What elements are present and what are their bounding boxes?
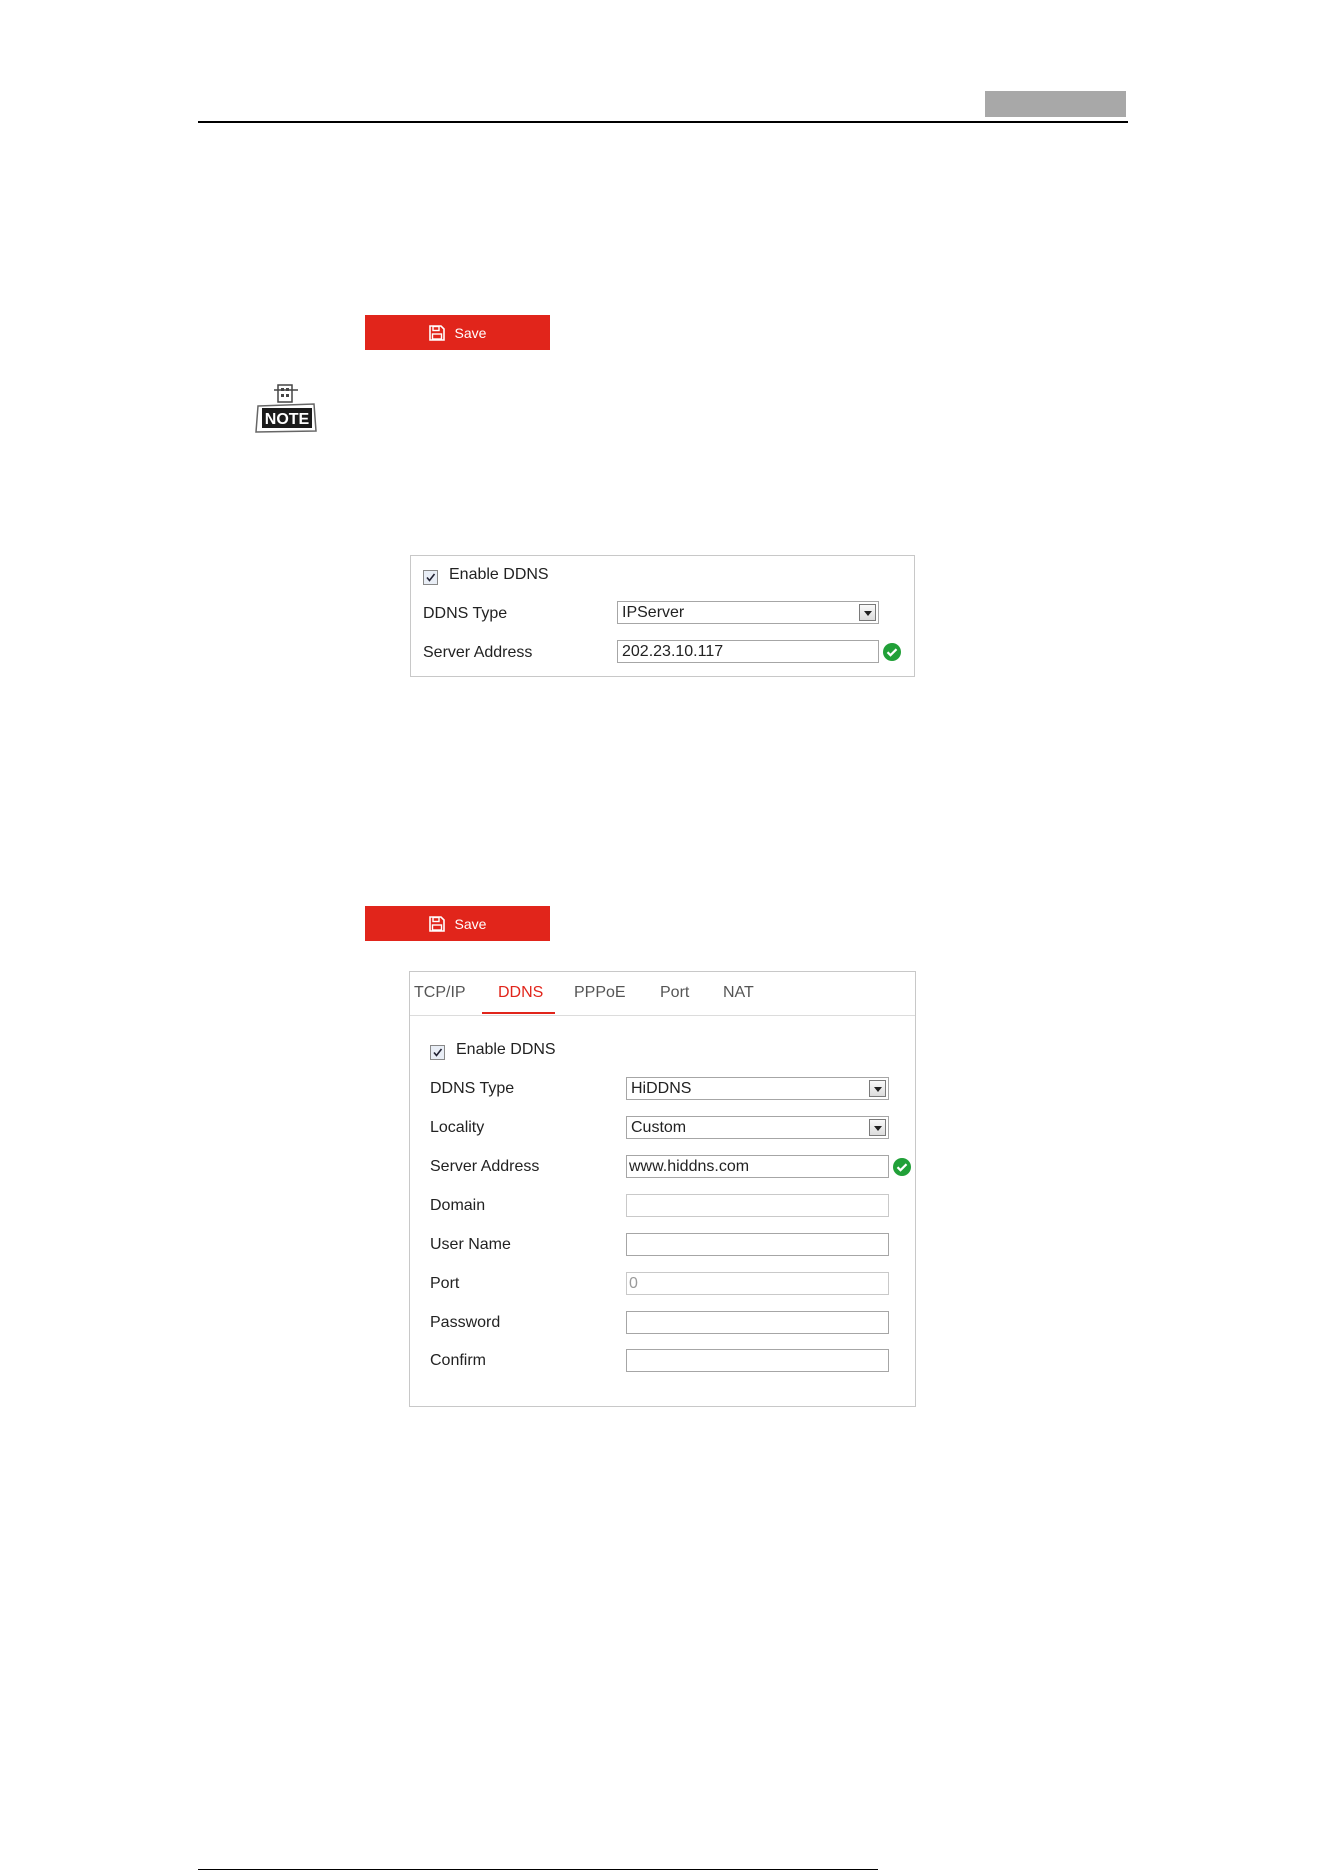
locality-label: Locality [430,1119,485,1136]
domain-input[interactable] [626,1194,889,1217]
domain-label: Domain [430,1197,486,1214]
tab-ddns[interactable]: DDNS [498,972,543,1014]
ddns-type-value: IPServer [622,603,685,621]
server-address-label: Server Address [430,1158,540,1175]
save-button[interactable]: Save [365,315,550,350]
tab-tcpip[interactable]: TCP/IP [414,972,466,1014]
tab-port[interactable]: Port [660,972,689,1014]
tab-divider [410,1015,915,1016]
check-circle-icon [883,643,901,661]
port-value: 0 [629,1274,638,1292]
confirm-input[interactable] [626,1349,889,1372]
confirm-label: Confirm [430,1352,487,1369]
chevron-down-icon[interactable] [859,604,876,621]
server-address-value: 202.23.10.117 [622,642,724,660]
active-tab-indicator [482,1012,555,1014]
ddns-type-select[interactable]: HiDDNS [626,1077,889,1100]
server-address-value: www.hiddns.com [629,1157,750,1175]
save-icon [428,915,445,932]
save-icon [428,324,445,341]
locality-value: Custom [631,1118,687,1136]
save-button[interactable]: Save [365,906,550,941]
ddns-type-label: DDNS Type [430,1080,515,1097]
ddns-type-label: DDNS Type [423,605,508,622]
server-address-input[interactable]: www.hiddns.com [626,1155,889,1178]
server-address-label: Server Address [423,644,533,661]
chevron-down-icon[interactable] [869,1080,886,1097]
header-box [985,91,1126,117]
user-name-label: User Name [430,1236,511,1253]
save-button-label: Save [454,915,487,932]
checkmark-icon [433,1048,443,1057]
enable-ddns-checkbox[interactable] [430,1045,445,1060]
note-icon: NOTE [254,382,320,434]
tab-pppoe[interactable]: PPPoE [574,972,626,1014]
user-name-input[interactable] [626,1233,889,1256]
password-label: Password [430,1314,501,1331]
enable-ddns-checkbox[interactable] [423,570,438,585]
ddns-panel-full: TCP/IP DDNS PPPoE Port NAT Enable DDNS D… [409,971,916,1407]
server-address-input[interactable]: 202.23.10.117 [617,640,879,663]
password-input[interactable] [626,1311,889,1334]
enable-ddns-label: Enable DDNS [456,1041,556,1058]
tab-nat[interactable]: NAT [723,972,754,1014]
port-label: Port [430,1275,460,1292]
port-input[interactable]: 0 [626,1272,889,1295]
checkmark-icon [426,573,436,582]
save-button-label: Save [454,324,487,341]
enable-ddns-label: Enable DDNS [449,566,549,583]
note-icon-text: NOTE [265,411,310,428]
ddns-panel-simple: Enable DDNS DDNS Type IPServer Server Ad… [410,555,915,677]
ddns-type-value: HiDDNS [631,1079,692,1097]
footer-rule [198,1869,878,1870]
check-circle-icon [893,1158,911,1176]
ddns-type-select[interactable]: IPServer [617,601,879,624]
header-rule [198,121,1128,123]
chevron-down-icon[interactable] [869,1119,886,1136]
locality-select[interactable]: Custom [626,1116,889,1139]
